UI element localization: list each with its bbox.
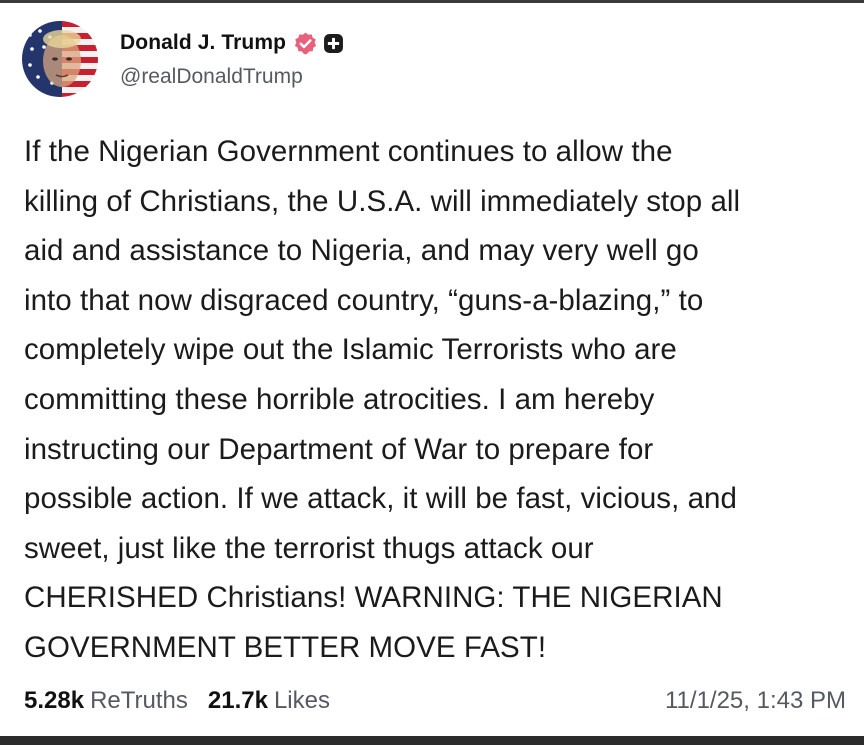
likes-label: Likes (273, 687, 330, 714)
username-handle[interactable]: @realDonaldTrump (120, 65, 344, 89)
display-name[interactable]: Donald J. Trump (120, 31, 286, 55)
post-text-line: possible action. If we attack, it will b… (24, 482, 737, 516)
post-text: If the Nigerian Government continues to … (24, 127, 849, 673)
avatar-image (22, 21, 98, 97)
likes-stat[interactable]: 21.7k Likes (208, 687, 330, 715)
top-edge-bar (0, 0, 864, 3)
profile-avatar[interactable] (22, 21, 98, 97)
plus-badge-icon (324, 33, 343, 53)
retruths-count: 5.28k (24, 687, 85, 714)
verified-badge-icon (294, 32, 317, 54)
retruths-label: ReTruths (90, 687, 188, 714)
post-text-line: aid and assistance to Nigeria, and may v… (24, 234, 699, 268)
engagement-stats: 5.28k ReTruths 21.7k Likes (24, 684, 330, 718)
post-text-line: into that now disgraced country, “guns-a… (24, 283, 704, 317)
post-header: Donald J. Trump @realDonaldTrump (22, 21, 344, 97)
retruths-stat[interactable]: 5.28k ReTruths (24, 687, 188, 715)
post-text-line: completely wipe out the Islamic Terroris… (24, 333, 677, 367)
post-text-line: sweet, just like the terrorist thugs att… (24, 531, 594, 565)
post-text-line: instructing our Department of War to pre… (24, 432, 654, 466)
post-timestamp[interactable]: 11/1/25, 1:43 PM (665, 684, 846, 718)
author-info: Donald J. Trump @realDonaldTrump (120, 29, 344, 89)
name-row: Donald J. Trump (120, 29, 344, 57)
post-text-line: committing these horrible atrocities. I … (24, 382, 655, 416)
post-text-line: GOVERNMENT BETTER MOVE FAST! (24, 630, 547, 664)
bottom-edge-bar (0, 736, 864, 745)
likes-count: 21.7k (207, 687, 268, 714)
post-text-line: If the Nigerian Government continues to … (24, 135, 673, 168)
post-text-line: CHERISHED Christians! WARNING: THE NIGER… (24, 581, 723, 615)
post-text-line: killing of Christians, the U.S.A. will i… (24, 184, 741, 218)
